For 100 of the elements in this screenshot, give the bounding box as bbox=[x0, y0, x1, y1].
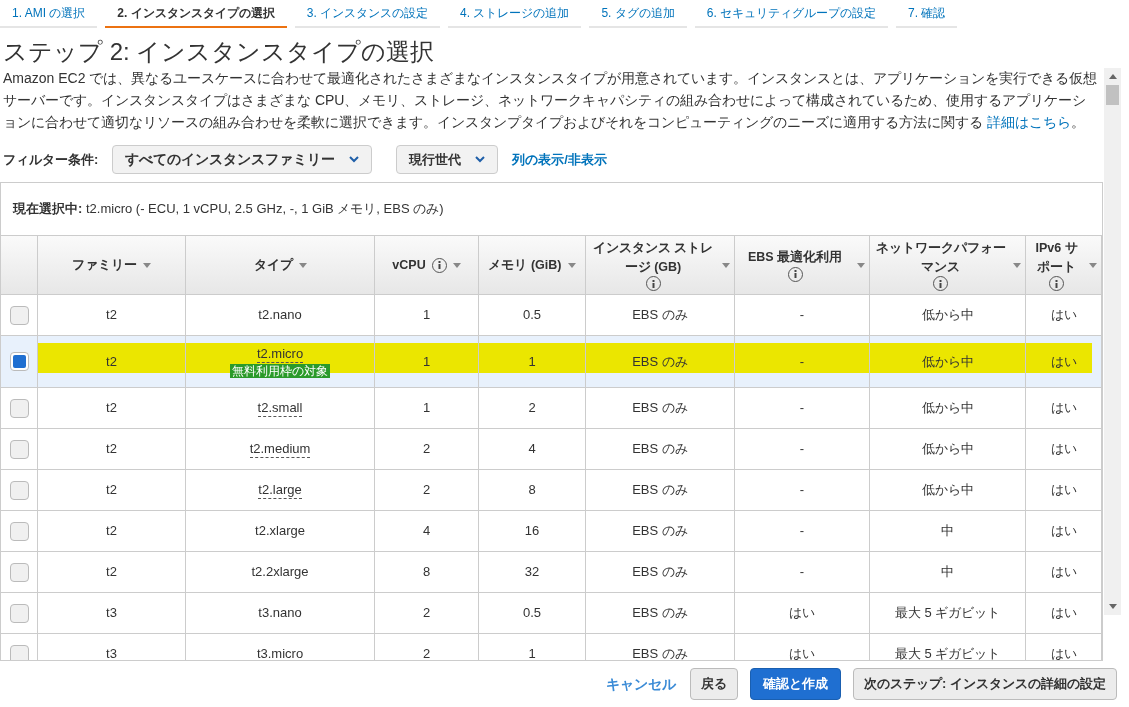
instance-type: t2.2xlarge bbox=[251, 563, 309, 582]
table-cell-text: t3 bbox=[106, 604, 117, 623]
family-dropdown[interactable]: すべてのインスタンスファミリー bbox=[112, 145, 373, 174]
column-header[interactable]: EBS 最適化利用 bbox=[735, 236, 870, 294]
sort-caret-icon[interactable] bbox=[143, 262, 151, 268]
back-button[interactable]: 戻る bbox=[690, 668, 739, 700]
table-cell-text: 4 bbox=[422, 522, 431, 541]
table-row[interactable]: t2 t2.micro 無料利用枠の対象 1 1 EBS のみ - 低から中 はい bbox=[1, 336, 1102, 388]
column-header[interactable]: メモリ (GiB) bbox=[479, 236, 586, 294]
table-cell-text: t2 bbox=[106, 522, 117, 541]
table-cell-text: - bbox=[799, 481, 805, 500]
step-tab[interactable]: 1. AMI の選択 bbox=[0, 0, 98, 28]
table-cell-text: 8 bbox=[422, 563, 431, 582]
filter-label: フィルター条件: bbox=[3, 150, 99, 169]
instance-type[interactable]: t2.large bbox=[258, 481, 302, 499]
step-tab[interactable]: 2. インスタンスタイプの選択 bbox=[105, 0, 287, 28]
column-header[interactable]: vCPU bbox=[375, 236, 479, 294]
column-header[interactable]: タイプ bbox=[186, 236, 375, 294]
sort-caret-icon[interactable] bbox=[567, 262, 576, 268]
sort-caret-icon[interactable] bbox=[857, 262, 865, 268]
row-checkbox[interactable] bbox=[9, 480, 29, 500]
table-cell-text: はい bbox=[1050, 306, 1077, 325]
scroll-down-icon[interactable] bbox=[1108, 604, 1117, 609]
instance-type[interactable]: t2.medium bbox=[249, 440, 311, 458]
row-checkbox[interactable] bbox=[9, 439, 29, 459]
table-cell-text: はい bbox=[1050, 522, 1077, 541]
learn-more-link[interactable]: 詳細はこちら bbox=[986, 114, 1071, 130]
table-cell-text: はい bbox=[1050, 563, 1077, 582]
generation-dropdown[interactable]: 現行世代 bbox=[396, 145, 499, 174]
column-header[interactable]: ファミリー bbox=[38, 236, 186, 294]
instance-type: t3.nano bbox=[258, 604, 302, 623]
description-text: Amazon EC2 では、異なるユースケースに合わせて最適化されたさまざまなインスタンスタイプが用意されています。インスタンスとは、アプリケーションを実行できる仮想サーバーです。インスタンスタイプはさまざまな CPU、メモリ、ストレージ、ネットワークキャパシティの組み合わせによって構成されているため、使用するアプリケーションに合わせて適切なリソースの組み合わせを柔軟に選択できます。インスタンプタイプおよびそれをコンピューティングのニーズに適用する方法に関する 詳細はこちら。 bbox=[2, 69, 1099, 132]
instance-type: t2.xlarge bbox=[255, 522, 305, 541]
step-tab[interactable]: 3. インスタンスの設定 bbox=[294, 0, 441, 28]
step-tab[interactable]: 4. ストレージの追加 bbox=[448, 0, 582, 28]
table-cell-text: 2 bbox=[422, 604, 431, 623]
page-title: ステップ 2: インスタンスタイプの選択 bbox=[3, 37, 436, 67]
instance-type[interactable]: t2.small bbox=[257, 399, 303, 417]
row-checkbox[interactable] bbox=[9, 398, 29, 418]
scroll-up-icon[interactable] bbox=[1108, 74, 1117, 79]
column-header[interactable]: ネットワークパフォーマンス bbox=[870, 236, 1026, 294]
table-cell-text: - bbox=[799, 306, 805, 325]
next-step-button[interactable]: 次のステップ: インスタンスの詳細の設定 bbox=[853, 668, 1117, 700]
step-tab[interactable]: 5. タグの追加 bbox=[589, 0, 687, 28]
table-cell-text: - bbox=[799, 563, 805, 582]
table-cell-text: t2 bbox=[106, 352, 117, 371]
sort-caret-icon[interactable] bbox=[1089, 262, 1097, 268]
row-checkbox[interactable] bbox=[9, 644, 29, 660]
column-label: ネットワークパフォーマンス bbox=[874, 239, 1007, 276]
column-label: インスタンス ストレージ (GB) bbox=[591, 239, 715, 276]
sort-caret-icon[interactable] bbox=[298, 262, 307, 268]
sort-caret-icon[interactable] bbox=[452, 262, 461, 268]
table-cell-text: 1 bbox=[422, 399, 431, 418]
show-hide-columns-link[interactable]: 列の表示/非表示 bbox=[512, 149, 607, 170]
instance-type: t3.micro bbox=[256, 645, 304, 660]
scroll-thumb[interactable] bbox=[1106, 85, 1119, 105]
column-label: タイプ bbox=[253, 256, 293, 274]
chevron-down-icon bbox=[349, 156, 360, 163]
table-cell-text: はい bbox=[789, 645, 815, 660]
row-checkbox[interactable] bbox=[9, 352, 29, 371]
table-row[interactable]: t2 t2.xlarge 4 16 EBS のみ - 中 はい bbox=[1, 511, 1102, 552]
table-cell-text: 1 bbox=[422, 352, 431, 371]
table-row[interactable]: t2 t2.medium 2 4 EBS のみ - 低から中 はい bbox=[1, 429, 1102, 470]
row-checkbox[interactable] bbox=[9, 603, 29, 623]
table-cell-text: 16 bbox=[524, 522, 540, 541]
table-cell-text: 中 bbox=[941, 522, 954, 541]
review-and-launch-button[interactable]: 確認と作成 bbox=[750, 668, 842, 700]
table-cell-text: 2 bbox=[422, 440, 431, 459]
table-cell-text: t2 bbox=[106, 399, 117, 418]
row-checkbox[interactable] bbox=[9, 305, 29, 325]
table-cell-text: 最大 5 ギガビット bbox=[894, 604, 1001, 623]
table-row[interactable]: t2 t2.small 1 2 EBS のみ - 低から中 はい bbox=[1, 388, 1102, 429]
table-cell-text: 低から中 bbox=[921, 481, 974, 500]
table-cell-text: 最大 5 ギガビット bbox=[894, 645, 1001, 660]
sort-caret-icon[interactable] bbox=[1013, 262, 1021, 268]
table-cell-text: - bbox=[799, 399, 805, 418]
column-header[interactable]: インスタンス ストレージ (GB) bbox=[586, 236, 735, 294]
step-tab[interactable]: 7. 確認 bbox=[896, 0, 958, 28]
column-label: vCPU bbox=[392, 256, 426, 274]
table-row[interactable]: t3 t3.nano 2 0.5 EBS のみ はい 最大 5 ギガビット はい bbox=[1, 593, 1102, 634]
table-row[interactable]: t2 t2.large 2 8 EBS のみ - 低から中 はい bbox=[1, 470, 1102, 511]
table-cell-text: 低から中 bbox=[921, 399, 974, 418]
row-checkbox[interactable] bbox=[9, 562, 29, 582]
table-cell-text: EBS のみ bbox=[632, 399, 688, 418]
table-cell-text: t2 bbox=[106, 440, 117, 459]
instance-type[interactable]: t2.micro bbox=[256, 345, 304, 363]
instance-type: t2.nano bbox=[258, 306, 302, 325]
table-cell-text: 低から中 bbox=[921, 440, 974, 459]
sort-caret-icon[interactable] bbox=[722, 262, 730, 268]
table-cell-text: t2 bbox=[106, 481, 117, 500]
table-cell-text: 中 bbox=[941, 563, 954, 582]
cancel-link[interactable]: キャンセル bbox=[606, 673, 677, 695]
column-header[interactable]: IPv6 サポート bbox=[1026, 236, 1102, 294]
table-cell-text: 0.5 bbox=[522, 306, 542, 325]
scrollbar[interactable] bbox=[1104, 68, 1121, 615]
table-cell-text: 8 bbox=[528, 481, 536, 500]
step-tab[interactable]: 6. セキュリティグループの設定 bbox=[694, 0, 889, 28]
table-cell-text: はい bbox=[1050, 352, 1077, 371]
row-checkbox[interactable] bbox=[9, 521, 29, 541]
table-row[interactable]: t2 t2.2xlarge 8 32 EBS のみ - 中 はい bbox=[1, 552, 1102, 593]
